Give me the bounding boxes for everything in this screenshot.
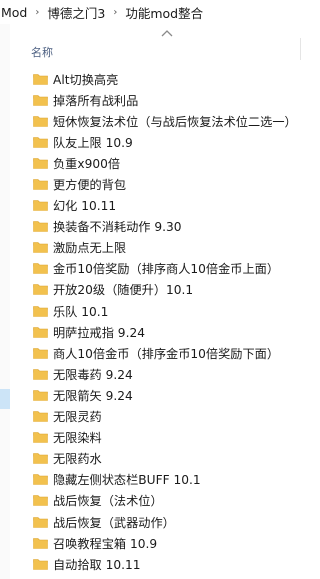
folder-icon bbox=[33, 537, 48, 549]
folder-icon bbox=[33, 516, 48, 528]
folder-icon bbox=[33, 200, 48, 211]
list-item[interactable]: 更方便的背包 bbox=[33, 173, 303, 194]
column-header-bar: 名称 bbox=[10, 24, 303, 64]
file-name: 隐藏左侧状态栏BUFF 10.1 bbox=[53, 473, 201, 488]
list-item[interactable]: 明萨拉戒指 9.24 bbox=[33, 321, 303, 342]
file-name: 无限染料 bbox=[53, 431, 102, 446]
list-item[interactable]: 乐队 10.1 bbox=[33, 300, 303, 321]
file-name: 乐队 10.1 bbox=[53, 304, 109, 319]
list-item[interactable]: 负重x900倍 bbox=[33, 152, 303, 173]
list-item[interactable]: 战后恢复（法术位） bbox=[33, 490, 303, 511]
list-item[interactable]: 无限染料 bbox=[33, 427, 303, 448]
file-name: 自动拾取 10.11 bbox=[53, 557, 141, 572]
folder-icon bbox=[33, 221, 48, 233]
folder-icon bbox=[33, 137, 48, 148]
folder-icon bbox=[33, 242, 48, 254]
folder-icon bbox=[33, 432, 48, 443]
list-item[interactable]: 无限灵药 bbox=[33, 406, 303, 427]
list-item[interactable]: 召唤教程宝箱 10.9 bbox=[33, 532, 303, 553]
file-name: 更方便的背包 bbox=[53, 178, 127, 193]
file-name: 幻化 10.11 bbox=[53, 199, 117, 214]
folder-icon bbox=[33, 326, 48, 338]
list-item[interactable]: 激励点无上限 bbox=[33, 237, 303, 258]
file-name: 短休恢复法术位（与战后恢复法术位二选一） bbox=[53, 114, 297, 129]
folder-icon bbox=[33, 474, 48, 486]
folder-icon bbox=[33, 115, 48, 127]
file-name: 激励点无上限 bbox=[53, 241, 127, 256]
list-item[interactable]: 金币10倍奖励（排序商人10倍金币上面） bbox=[33, 258, 303, 279]
list-item[interactable]: 无限药水 bbox=[33, 448, 303, 469]
sort-ascending-icon[interactable] bbox=[160, 28, 174, 38]
file-name: 战后恢复（武器动作） bbox=[53, 515, 175, 530]
file-list: Alt切换高亮掉落所有战利品短休恢复法术位（与战后恢复法术位二选一） 队友上限 1… bbox=[33, 68, 303, 574]
chevron-right-icon[interactable]: › bbox=[29, 7, 45, 18]
list-item[interactable]: 短休恢复法术位（与战后恢复法术位二选一） bbox=[33, 110, 303, 131]
file-name: 负重x900倍 bbox=[53, 156, 121, 171]
navigation-selected-item[interactable] bbox=[0, 389, 10, 409]
file-name: 商人10倍金币（排序金币10倍奖励下面） bbox=[53, 346, 280, 361]
folder-icon bbox=[33, 369, 48, 380]
list-item[interactable]: 商人10倍金币（排序金币10倍奖励下面） bbox=[33, 342, 303, 363]
file-name: 明萨拉戒指 9.24 bbox=[53, 325, 145, 340]
folder-icon bbox=[33, 284, 48, 296]
folder-icon bbox=[33, 411, 48, 422]
list-item[interactable]: 无限箭矢 9.24 bbox=[33, 384, 303, 405]
folder-icon bbox=[33, 495, 48, 507]
list-item[interactable]: 无限毒药 9.24 bbox=[33, 363, 303, 384]
folder-icon bbox=[33, 558, 48, 570]
file-name: 战后恢复（法术位） bbox=[53, 494, 163, 509]
breadcrumb-item-bg3[interactable]: 博德之门3 bbox=[45, 3, 107, 22]
breadcrumb-item-mod[interactable]: Mod bbox=[0, 5, 29, 20]
navigation-pane[interactable] bbox=[0, 24, 10, 579]
column-divider[interactable] bbox=[300, 38, 301, 60]
folder-icon bbox=[33, 390, 48, 401]
file-name: 无限灵药 bbox=[53, 410, 102, 425]
folder-icon bbox=[33, 179, 48, 190]
folder-icon bbox=[33, 263, 48, 275]
file-name: 开放20级（随便升）10.1 bbox=[53, 283, 194, 298]
list-item[interactable]: 换装备不消耗动作 9.30 bbox=[33, 216, 303, 237]
list-item[interactable]: 战后恢复（武器动作） bbox=[33, 511, 303, 532]
file-name: 无限箭矢 9.24 bbox=[53, 388, 133, 403]
folder-icon bbox=[33, 347, 48, 359]
list-item[interactable]: 隐藏左侧状态栏BUFF 10.1 bbox=[33, 469, 303, 490]
list-item[interactable]: 掉落所有战利品 bbox=[33, 89, 303, 110]
list-item[interactable]: 自动拾取 10.11 bbox=[33, 553, 303, 574]
list-item[interactable]: 开放20级（随便升）10.1 bbox=[33, 279, 303, 300]
file-name: 队友上限 10.9 bbox=[53, 135, 133, 150]
folder-icon bbox=[33, 94, 48, 106]
folder-icon bbox=[33, 305, 48, 317]
breadcrumb-item-current[interactable]: 功能mod整合 bbox=[123, 3, 205, 22]
folder-icon bbox=[33, 73, 48, 85]
file-name: 无限药水 bbox=[53, 452, 102, 467]
folder-icon bbox=[33, 158, 48, 169]
list-item[interactable]: 幻化 10.11 bbox=[33, 195, 303, 216]
name-column-header[interactable]: 名称 bbox=[31, 44, 53, 60]
breadcrumb: Mod › 博德之门3 › 功能mod整合 bbox=[0, 0, 303, 24]
folder-icon bbox=[33, 453, 48, 465]
list-item[interactable]: 队友上限 10.9 bbox=[33, 131, 303, 152]
file-name: 无限毒药 9.24 bbox=[53, 367, 133, 382]
file-name: 换装备不消耗动作 9.30 bbox=[53, 220, 182, 235]
file-name: 掉落所有战利品 bbox=[53, 93, 139, 108]
file-name: 召唤教程宝箱 10.9 bbox=[53, 536, 158, 551]
file-name: Alt切换高亮 bbox=[53, 72, 119, 87]
chevron-right-icon[interactable]: › bbox=[107, 7, 123, 18]
list-item[interactable]: Alt切换高亮 bbox=[33, 68, 303, 89]
file-name: 金币10倍奖励（排序商人10倍金币上面） bbox=[53, 262, 280, 277]
